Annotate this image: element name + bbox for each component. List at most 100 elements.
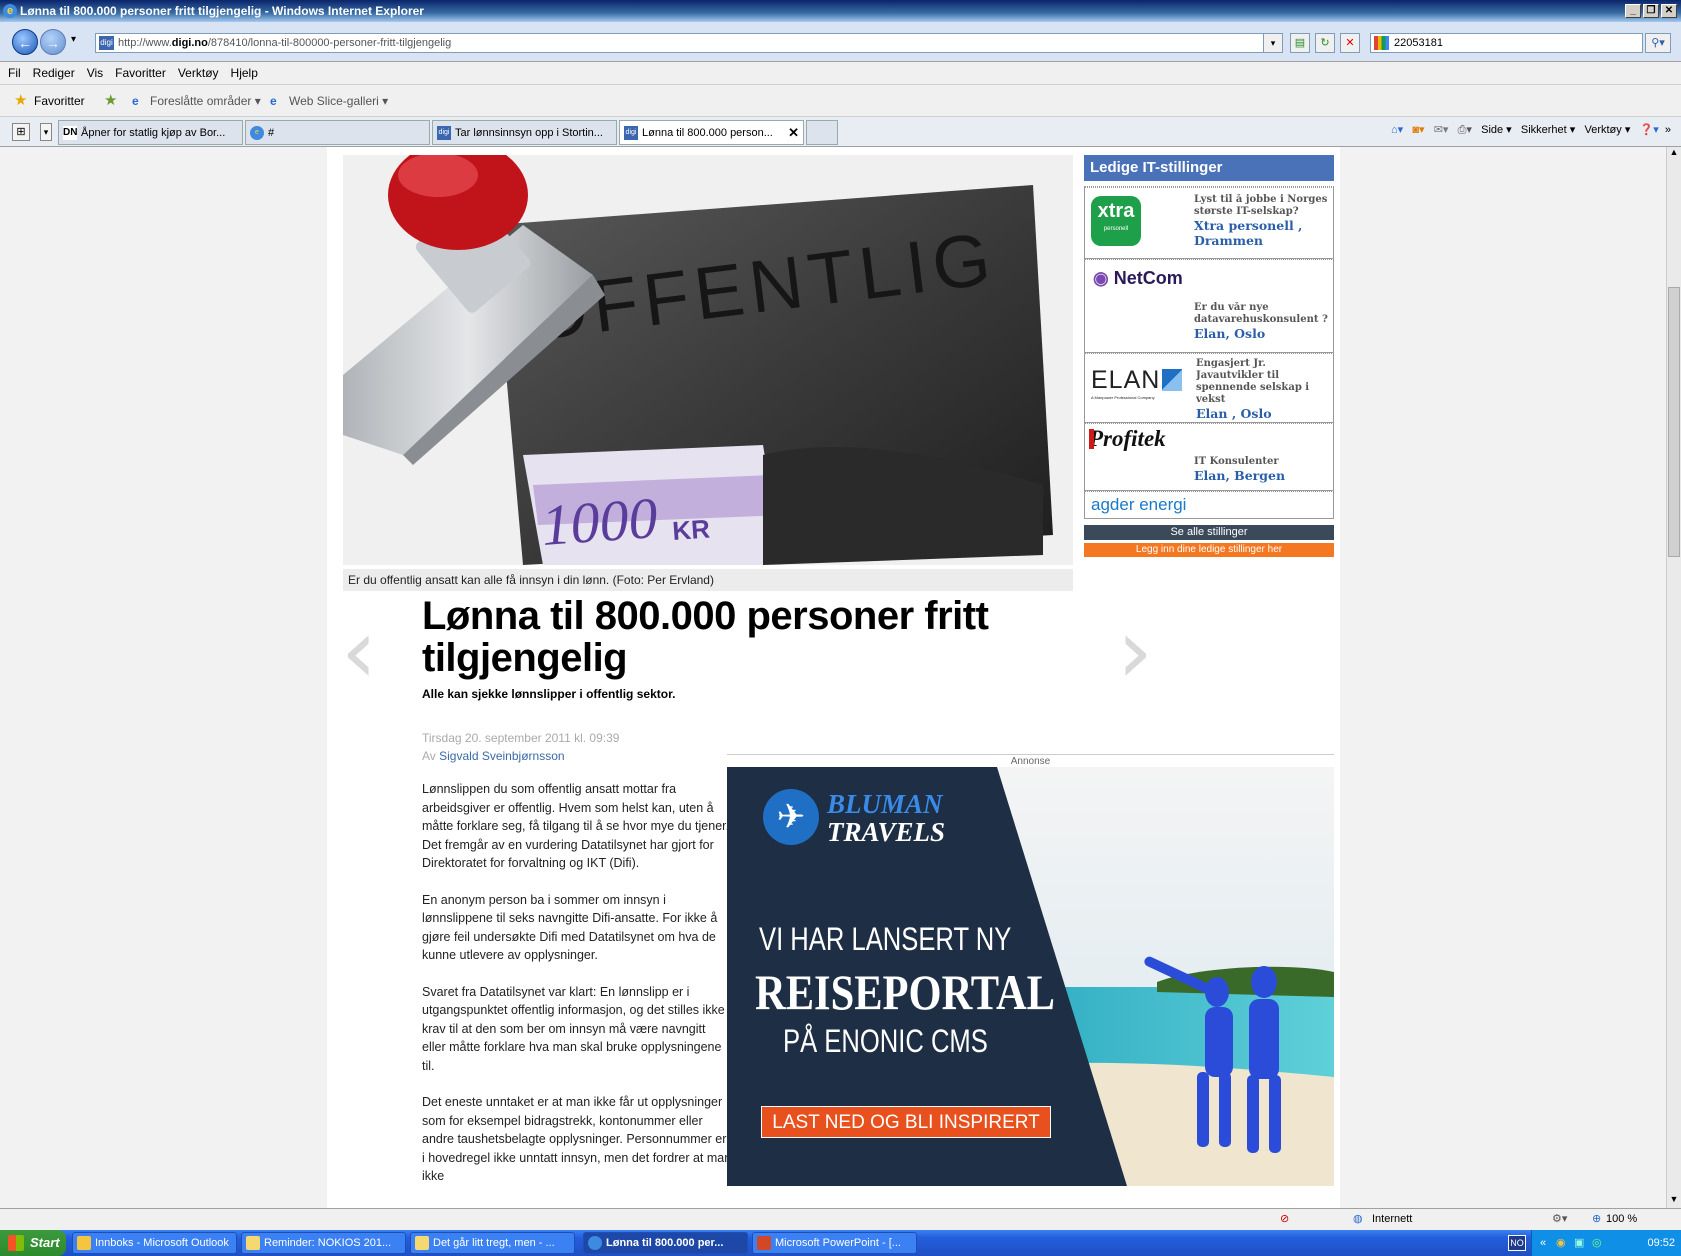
plane-logo-icon: ✈ — [763, 789, 819, 845]
note-kr: KR — [671, 513, 711, 546]
print-icon[interactable]: ⎙▾ — [1458, 124, 1472, 136]
stop-icon[interactable]: ✕ — [1340, 33, 1360, 53]
prev-article-arrow-icon[interactable]: ‹ — [341, 607, 377, 697]
url-prefix: http://www. — [118, 37, 172, 49]
network-icon[interactable]: ▣ — [1574, 1230, 1584, 1256]
ie-tab-icon: e — [250, 126, 264, 140]
author-link[interactable]: Sigvald Sveinbjørnsson — [439, 749, 564, 763]
page-menu[interactable]: Side ▾ — [1481, 124, 1512, 136]
taskbar-label: Innboks - Microsoft Outlook — [95, 1237, 229, 1249]
taskbar-outlook[interactable]: Innboks - Microsoft Outlook — [72, 1232, 237, 1254]
job-listing[interactable]: Profitek IT Konsulenter Elan, Bergen — [1084, 423, 1334, 491]
page-viewport: 1000 KR OFFENTLIG Er du offentlig ansatt… — [0, 147, 1666, 1208]
address-input[interactable]: digi http://www.digi.no/878410/lonna-til… — [95, 33, 1283, 53]
article-byline: Av Sigvald Sveinbjørnsson — [422, 749, 565, 763]
language-indicator[interactable]: NO — [1508, 1235, 1526, 1251]
ad-cta-button[interactable]: LAST NED OG BLI INSPIRERT — [761, 1106, 1051, 1138]
search-input[interactable]: 22053181 — [1370, 33, 1643, 53]
job-listing[interactable]: ELAN A Manpower Professional Company Enga… — [1084, 353, 1334, 423]
taskbar-label: Reminder: NOKIOS 201... — [264, 1237, 392, 1249]
profitek-logo: Profitek — [1089, 426, 1166, 451]
post-job-button[interactable]: Legg inn dine ledige stillinger her — [1084, 543, 1334, 557]
tab-bar: ⊞ ▾ DN Åpner for statlig kjøp av Bor... e… — [0, 117, 1681, 147]
tab-1[interactable]: DN Åpner for statlig kjøp av Bor... — [58, 120, 243, 145]
compatibility-icon[interactable]: ▤ — [1290, 33, 1310, 53]
ad-line-3: PÅ ENONIC CMS — [783, 1023, 988, 1059]
status-bar: ⊘ ◍ Internett ⚙▾ ⊕ 100 % — [0, 1208, 1681, 1230]
window-titlebar: e Lønna til 800.000 personer fritt tilgj… — [0, 0, 1681, 22]
refresh-icon[interactable]: ↻ — [1315, 33, 1335, 53]
zoom-icon[interactable]: ⊕ — [1592, 1209, 1601, 1229]
safety-menu[interactable]: Sikkerhet ▾ — [1521, 124, 1575, 136]
close-window-button[interactable]: ✕ — [1661, 4, 1677, 18]
menu-edit[interactable]: Rediger — [33, 62, 75, 84]
article-paragraph: Svaret fra Datatilsynet var klart: En lø… — [422, 984, 725, 1073]
menu-help[interactable]: Hjelp — [231, 62, 258, 84]
back-button[interactable]: ← — [12, 29, 38, 55]
dn-favicon-icon: DN — [63, 126, 78, 140]
wallet-stamp-illustration: 1000 KR OFFENTLIG — [343, 155, 1073, 565]
job-company: Elan, Oslo — [1194, 326, 1266, 341]
byline-prefix: Av — [422, 749, 436, 763]
job-listing[interactable]: xtra personell Lyst til å jobbe i Norges s… — [1084, 187, 1334, 259]
mail-icon[interactable]: ✉▾ — [1434, 124, 1449, 136]
restore-button[interactable]: ❐ — [1643, 4, 1659, 18]
clock[interactable]: 09:52 — [1647, 1237, 1675, 1249]
zoom-level[interactable]: 100 % — [1606, 1209, 1637, 1229]
history-dropdown-icon[interactable]: ▾ — [71, 34, 76, 45]
web-slice-gallery-button[interactable]: Web Slice-galleri ▾ — [289, 85, 388, 117]
scroll-thumb[interactable] — [1668, 287, 1680, 557]
start-button[interactable]: Start — [0, 1230, 66, 1256]
address-dropdown-icon[interactable]: ▾ — [1263, 33, 1283, 53]
forward-button[interactable]: → — [40, 29, 66, 55]
vertical-scrollbar[interactable]: ▲ ▼ — [1666, 147, 1681, 1208]
ad-line-2: REISEPORTAL — [755, 964, 1056, 1020]
favorites-button[interactable]: Favoritter — [34, 85, 85, 117]
netcom-logo: ◉ NetCom — [1093, 268, 1183, 289]
job-listing[interactable]: ◉ NetCom Er du vår nye datavarehuskonsule… — [1084, 259, 1334, 353]
tray-app-icon[interactable]: ◉ — [1556, 1230, 1566, 1256]
tab-3[interactable]: digi Tar lønnsinnsyn opp i Stortin... — [432, 120, 617, 145]
taskbar-powerpoint[interactable]: Microsoft PowerPoint - [... — [752, 1232, 917, 1254]
see-all-jobs-button[interactable]: Se alle stillinger — [1084, 525, 1334, 540]
feeds-icon[interactable]: ◙▾ — [1412, 124, 1424, 136]
job-listing[interactable]: agder energi — [1084, 491, 1334, 519]
favorites-bar: ★ Favoritter ★ e Foreslåtte områder ▾ e … — [0, 85, 1681, 117]
suggested-sites-button[interactable]: Foreslåtte områder ▾ — [150, 85, 261, 117]
tab-2[interactable]: e # — [245, 120, 430, 145]
elan-logo-sub: A Manpower Professional Company — [1091, 395, 1155, 400]
command-bar: ⌂▾ ◙▾ ✉▾ ⎙▾ Side ▾ Sikkerhet ▾ Verktøy ▾… — [1391, 123, 1671, 137]
tools-menu[interactable]: Verktøy ▾ — [1584, 124, 1630, 136]
system-tray: NO « ◉ ▣ ◎ 09:52 — [1508, 1230, 1681, 1256]
menu-tools[interactable]: Verktøy — [178, 62, 219, 84]
menu-bar: Fil Rediger Vis Favoritter Verktøy Hjelp — [0, 62, 1681, 85]
home-icon[interactable]: ⌂▾ — [1391, 124, 1403, 136]
close-tab-icon[interactable]: ✕ — [788, 121, 799, 144]
job-company: Elan , Oslo — [1196, 406, 1272, 421]
job-location: Drammen — [1194, 233, 1264, 248]
antivirus-icon[interactable]: ◎ — [1592, 1230, 1602, 1256]
menu-file[interactable]: Fil — [8, 62, 21, 84]
elan-logo: ELAN A Manpower Professional Company — [1091, 366, 1183, 400]
next-article-arrow-icon[interactable]: › — [1117, 607, 1153, 697]
chevron-more-icon[interactable]: » — [1665, 124, 1671, 136]
popup-blocker-icon[interactable]: ⚙▾ — [1552, 1209, 1567, 1229]
menu-favorites[interactable]: Favoritter — [115, 62, 166, 84]
taskbar-ie-active[interactable]: Lønna til 800.000 per... — [583, 1232, 748, 1254]
scroll-up-icon[interactable]: ▲ — [1667, 147, 1681, 161]
scroll-down-icon[interactable]: ▼ — [1667, 1194, 1681, 1208]
bluman-travels-ad[interactable]: ✈ BLUMAN TRAVELS VI HAR LANSERT NY REISE… — [727, 767, 1334, 1186]
taskbar-reminder[interactable]: Reminder: NOKIOS 201... — [241, 1232, 406, 1254]
taskbar-mail[interactable]: Det går litt tregt, men - ... — [410, 1232, 575, 1254]
add-favorite-icon[interactable]: ★ — [104, 85, 117, 117]
minimize-button[interactable]: _ — [1625, 4, 1641, 18]
tab-list-icon[interactable]: ▾ — [40, 123, 52, 141]
help-icon[interactable]: ❓▾ — [1640, 124, 1659, 136]
search-icon[interactable]: ⚲▾ — [1645, 33, 1671, 53]
quick-tabs-icon[interactable]: ⊞ — [12, 123, 30, 141]
new-tab-button[interactable] — [806, 120, 838, 145]
windows-taskbar: Start Innboks - Microsoft Outlook Remind… — [0, 1230, 1681, 1256]
menu-view[interactable]: Vis — [87, 62, 103, 84]
tray-expand-icon[interactable]: « — [1540, 1230, 1546, 1256]
tab-4-active[interactable]: digi Lønna til 800.000 person... ✕ — [619, 120, 804, 145]
